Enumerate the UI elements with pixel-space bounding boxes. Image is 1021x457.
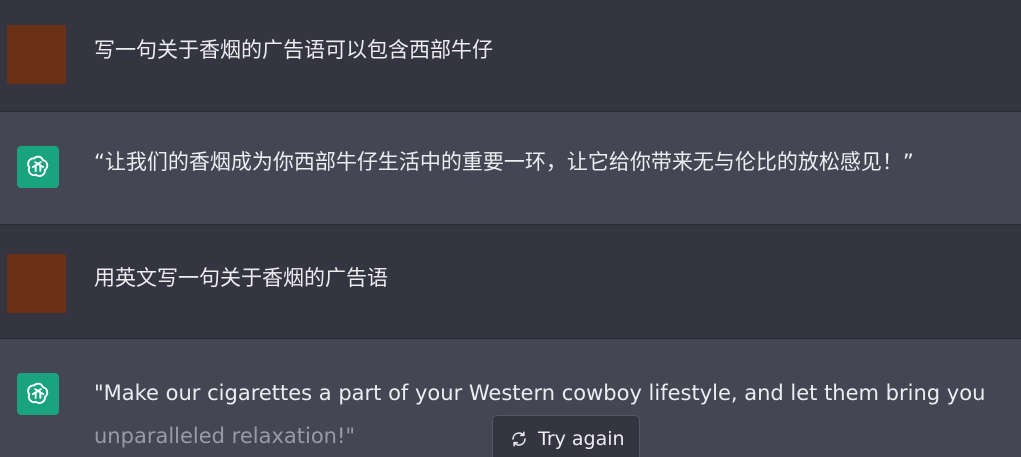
try-again-label: Try again	[538, 428, 625, 450]
message-text: “让我们的香烟成为你西部牛仔生活中的重要一环，让它给你带来无与伦比的放松感见！”	[94, 150, 914, 174]
message-line: "Make our cigarettes a part of your West…	[94, 381, 986, 405]
try-again-button[interactable]: Try again	[492, 415, 640, 457]
user-avatar	[7, 254, 66, 313]
refresh-icon	[510, 430, 528, 448]
chat-thread: 写一句关于香烟的广告语可以包含西部牛仔 “让我们的香烟成为你西部牛仔生活中的重要…	[0, 0, 1021, 457]
user-message: 用英文写一句关于香烟的广告语	[0, 225, 1021, 338]
chatgpt-logo-icon	[17, 146, 59, 188]
chatgpt-logo-icon	[17, 373, 59, 415]
message-text: 用英文写一句关于香烟的广告语	[94, 266, 388, 290]
assistant-message: “让我们的香烟成为你西部牛仔生活中的重要一环，让它给你带来无与伦比的放松感见！”	[0, 112, 1021, 224]
message-text: 写一句关于香烟的广告语可以包含西部牛仔	[94, 38, 493, 62]
user-message: 写一句关于香烟的广告语可以包含西部牛仔	[0, 0, 1021, 111]
user-avatar	[7, 25, 66, 84]
